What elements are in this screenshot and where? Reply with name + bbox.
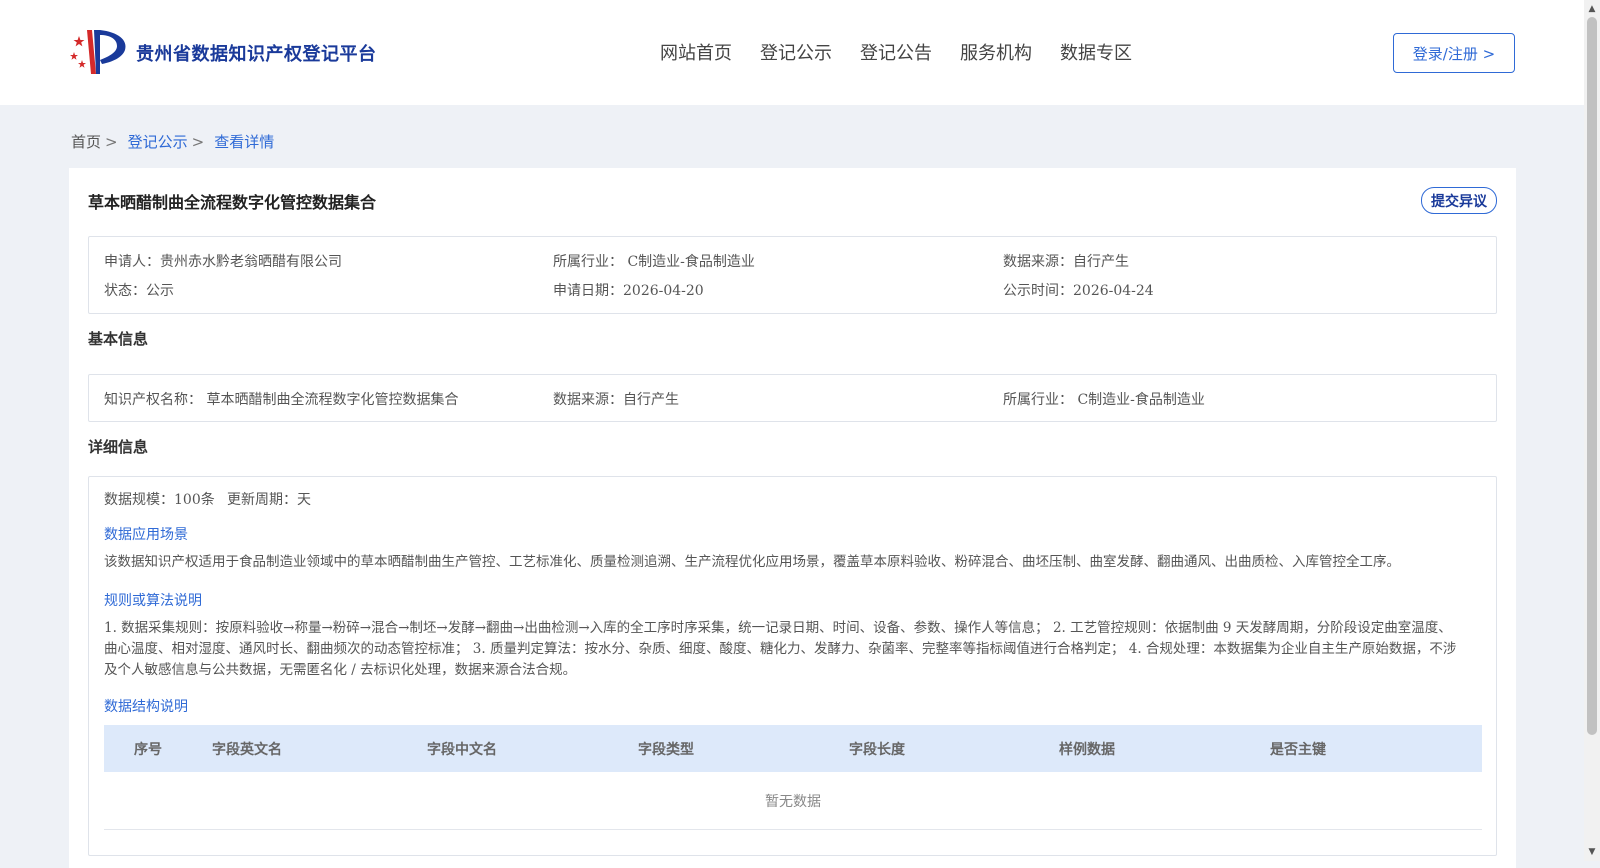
applicant: 申请人：贵州赤水黔老翁晒醋有限公司 xyxy=(104,254,342,270)
detail-info-box: 数据规模：100条 更新周期：天 数据应用场景 该数据知识产权适用于食品制造业领… xyxy=(88,476,1497,856)
login-register-button[interactable]: 登录/注册 > xyxy=(1393,33,1515,73)
main-nav: 网站首页 登记公示 登记公告 服务机构 数据专区 xyxy=(660,39,1160,65)
scroll-down-arrow-icon[interactable]: ▼ xyxy=(1584,845,1600,859)
basic-data-source: 数据来源：自行产生 xyxy=(553,392,679,408)
rules-text: 1. 数据采集规则：按原料验收→称量→粉碎→混合→制坯→发酵→翻曲→出曲检测→入… xyxy=(104,620,1457,678)
nav-item-home[interactable]: 网站首页 xyxy=(660,39,732,65)
table-empty-state: 暂无数据 xyxy=(104,772,1482,830)
data-scale: 数据规模：100条 xyxy=(104,492,215,508)
update-cycle: 更新周期：天 xyxy=(227,492,311,508)
scroll-up-arrow-icon[interactable]: ▲ xyxy=(1584,2,1600,16)
column-header-sample: 样例数据 xyxy=(1059,742,1115,758)
summary-box: 申请人：贵州赤水黔老翁晒醋有限公司 所属行业： C制造业-食品制造业 数据来源：… xyxy=(88,236,1497,314)
scenario-text: 该数据知识产权适用于食品制造业领域中的草本晒醋制曲生产管控、工艺标准化、质量检测… xyxy=(104,554,1400,570)
scenario-title: 数据应用场景 xyxy=(104,527,188,543)
detail-card: 草本晒醋制曲全流程数字化管控数据集合 提交异议 申请人：贵州赤水黔老翁晒醋有限公… xyxy=(69,168,1516,868)
breadcrumb-separator: > xyxy=(105,133,118,151)
platform-logo-icon[interactable] xyxy=(70,26,130,78)
nav-item-registration-publicity[interactable]: 登记公示 xyxy=(760,39,832,65)
column-header-primary-key: 是否主键 xyxy=(1270,742,1326,758)
basic-industry: 所属行业： C制造业-食品制造业 xyxy=(1003,392,1205,408)
breadcrumb: 首页 > 登记公示 > 查看详情 xyxy=(71,131,274,152)
column-header-field-type: 字段类型 xyxy=(638,742,694,758)
column-header-field-en: 字段英文名 xyxy=(212,742,282,758)
industry: 所属行业： C制造业-食品制造业 xyxy=(553,254,755,270)
page-title: 草本晒醋制曲全流程数字化管控数据集合 xyxy=(88,193,377,212)
column-header-index: 序号 xyxy=(134,742,162,758)
submit-objection-button[interactable]: 提交异议 xyxy=(1421,187,1497,214)
nav-item-service-agencies[interactable]: 服务机构 xyxy=(960,39,1032,65)
site-header: 贵州省数据知识产权登记平台 网站首页 登记公示 登记公告 服务机构 数据专区 登… xyxy=(0,0,1584,105)
breadcrumb-current[interactable]: 查看详情 xyxy=(214,133,274,151)
publish-date: 公示时间：2026-04-24 xyxy=(1003,283,1154,299)
detail-info-heading: 详细信息 xyxy=(88,438,149,456)
site-name[interactable]: 贵州省数据知识产权登记平台 xyxy=(136,40,377,66)
rules-title: 规则或算法说明 xyxy=(104,593,202,609)
nav-item-data-zone[interactable]: 数据专区 xyxy=(1060,39,1132,65)
breadcrumb-registration[interactable]: 登记公示 xyxy=(128,133,188,151)
page-scrollbar[interactable]: ▲ ▼ xyxy=(1584,0,1600,861)
basic-info-box: 知识产权名称： 草本晒醋制曲全流程数字化管控数据集合 数据来源：自行产生 所属行… xyxy=(88,374,1497,422)
structure-table-header: 序号 字段英文名 字段中文名 字段类型 字段长度 样例数据 是否主键 xyxy=(104,725,1482,772)
column-header-field-cn: 字段中文名 xyxy=(427,742,497,758)
ip-name: 知识产权名称： 草本晒醋制曲全流程数字化管控数据集合 xyxy=(104,392,459,408)
basic-info-heading: 基本信息 xyxy=(88,330,149,348)
scrollbar-thumb[interactable] xyxy=(1587,17,1597,735)
apply-date: 申请日期：2026-04-20 xyxy=(553,283,704,299)
breadcrumb-separator: > xyxy=(191,133,205,151)
breadcrumb-home[interactable]: 首页 xyxy=(71,133,101,151)
status: 状态：公示 xyxy=(104,283,174,299)
data-source: 数据来源：自行产生 xyxy=(1003,254,1129,270)
column-header-field-length: 字段长度 xyxy=(849,742,905,758)
structure-title: 数据结构说明 xyxy=(104,699,188,715)
nav-item-registration-announcement[interactable]: 登记公告 xyxy=(860,39,932,65)
